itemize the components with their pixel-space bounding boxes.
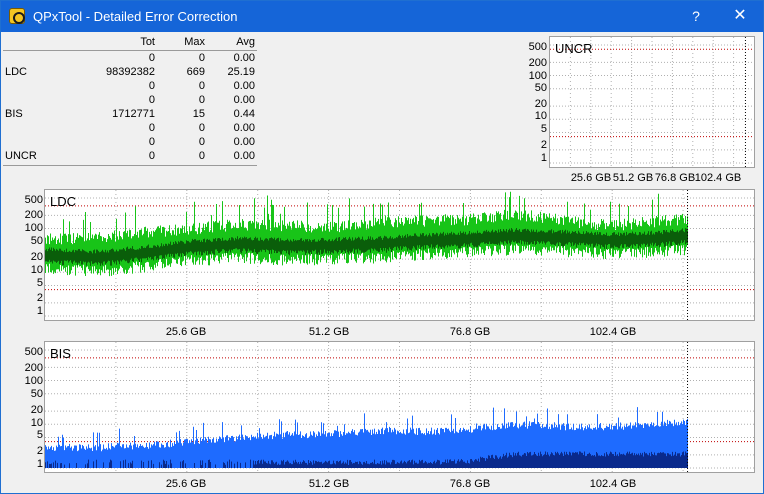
stats-cell-tot: 0: [148, 52, 155, 64]
stats-cell-tot: 0: [148, 150, 155, 162]
stats-cell-max: 0: [198, 94, 205, 106]
ldc-xtick: 25.6 GB: [165, 326, 207, 338]
stats-cell-max: 0: [198, 52, 205, 64]
bis-ytick: 50: [30, 388, 43, 400]
qpxtool-window: QPxTool - Detailed Error Correction ? ✕ …: [0, 0, 764, 494]
stats-cell-tot: 98392382: [106, 66, 155, 78]
bis-xtick: 25.6 GB: [165, 478, 207, 490]
bis-xtick: 102.4 GB: [589, 478, 637, 490]
stats-cell-avg: 0.00: [233, 94, 255, 106]
stats-cell-avg: 0.00: [233, 122, 255, 134]
stats-cell-avg: 0.00: [233, 52, 255, 64]
uncr-ytick: 2: [540, 139, 547, 151]
uncr-ytick: 10: [534, 110, 547, 122]
stats-row: UNCR 0 0 0.00: [3, 150, 259, 164]
uncr-ytick: 200: [528, 57, 547, 69]
bis-ytick: 200: [24, 362, 43, 374]
stats-cell-avg: 0.44: [233, 108, 255, 120]
stats-row-label: LDC: [5, 66, 28, 78]
stats-header-row: Tot Max Avg: [3, 36, 259, 50]
help-button[interactable]: ?: [684, 5, 708, 27]
footer-divider: [3, 165, 257, 166]
stats-row-label: UNCR: [5, 150, 37, 162]
ldc-ytick: 2: [36, 292, 43, 304]
ldc-ytick: 10: [30, 264, 43, 276]
stats-row: 0 0 0.00: [3, 52, 259, 66]
stats-cell-avg: 25.19: [227, 66, 255, 78]
bis-chart-panel: [44, 341, 755, 473]
uncr-xtick: 102.4 GB: [694, 172, 742, 184]
bis-chart-svg: [45, 342, 754, 472]
ldc-xtick: 102.4 GB: [589, 326, 637, 338]
ldc-ytick: 200: [24, 209, 43, 221]
ldc-chart-panel: [44, 189, 755, 321]
uncr-ytick: 1: [540, 152, 547, 164]
stats-cell-max: 0: [198, 136, 205, 148]
header-avg: Avg: [236, 36, 255, 48]
ldc-ytick: 20: [30, 251, 43, 263]
stats-cell-avg: 0.00: [233, 80, 255, 92]
client-area: Tot Max Avg 0 0 0.00 LDC 98392382 669 25.19 0 0 0…: [1, 32, 763, 493]
uncr-ytick: 50: [534, 82, 547, 94]
bis-xtick: 76.8 GB: [449, 478, 491, 490]
bis-ytick: 10: [30, 417, 43, 429]
uncr-ytick: 5: [540, 123, 547, 135]
bis-ytick: 5: [36, 429, 43, 441]
bis-ytick: 1: [36, 458, 43, 470]
stats-cell-avg: 0.00: [233, 150, 255, 162]
stats-cell-tot: 0: [148, 122, 155, 134]
stats-cell-tot: 0: [148, 80, 155, 92]
stats-cell-tot: 0: [148, 94, 155, 106]
ldc-ytick: 5: [36, 277, 43, 289]
ldc-ytick: 1: [36, 305, 43, 317]
bis-ytick: 20: [30, 404, 43, 416]
close-button[interactable]: ✕: [727, 5, 753, 27]
stats-row: 0 0 0.00: [3, 80, 259, 94]
ldc-ytick: 50: [30, 235, 43, 247]
stats-cell-avg: 0.00: [233, 136, 255, 148]
stats-cell-max: 0: [198, 80, 205, 92]
ldc-xtick: 51.2 GB: [308, 326, 350, 338]
header-divider: [3, 50, 257, 51]
stats-cell-max: 0: [198, 122, 205, 134]
stats-row: 0 0 0.00: [3, 94, 259, 108]
uncr-chart-title: UNCR: [555, 41, 593, 56]
header-max: Max: [184, 36, 205, 48]
stats-body: 0 0 0.00 LDC 98392382 669 25.19 0 0 0.00 0 0 0.00 BIS…: [3, 52, 259, 164]
stats-cell-tot: 1712771: [112, 108, 155, 120]
uncr-ytick: 20: [534, 98, 547, 110]
ldc-ytick: 500: [24, 194, 43, 206]
stats-cell-tot: 0: [148, 136, 155, 148]
ldc-chart-svg: [45, 190, 754, 320]
header-tot: Tot: [140, 36, 155, 48]
bis-ytick: 100: [24, 375, 43, 387]
window-title: QPxTool - Detailed Error Correction: [33, 9, 238, 24]
stats-row: 0 0 0.00: [3, 122, 259, 136]
uncr-chart-svg: [550, 37, 754, 167]
stats-row: 0 0 0.00: [3, 136, 259, 150]
bis-xtick: 51.2 GB: [308, 478, 350, 490]
stats-cell-max: 15: [192, 108, 205, 120]
ldc-ytick: 100: [24, 222, 43, 234]
uncr-ytick: 500: [528, 41, 547, 53]
uncr-ytick: 100: [528, 70, 547, 82]
ldc-chart-title: LDC: [50, 194, 77, 209]
bis-chart-title: BIS: [50, 346, 71, 361]
stats-row: BIS 1712771 15 0.44: [3, 108, 259, 122]
bis-ytick: 500: [24, 346, 43, 358]
error-stats-table: Tot Max Avg 0 0 0.00 LDC 98392382 669 25.19 0 0 0…: [3, 36, 259, 166]
bis-ytick: 2: [36, 445, 43, 457]
ldc-xtick: 76.8 GB: [449, 326, 491, 338]
app-icon: [9, 8, 25, 24]
stats-cell-max: 669: [186, 66, 205, 78]
stats-row: LDC 98392382 669 25.19: [3, 66, 259, 80]
stats-cell-max: 0: [198, 150, 205, 162]
stats-row-label: BIS: [5, 108, 23, 120]
title-bar[interactable]: QPxTool - Detailed Error Correction ? ✕: [1, 1, 763, 32]
